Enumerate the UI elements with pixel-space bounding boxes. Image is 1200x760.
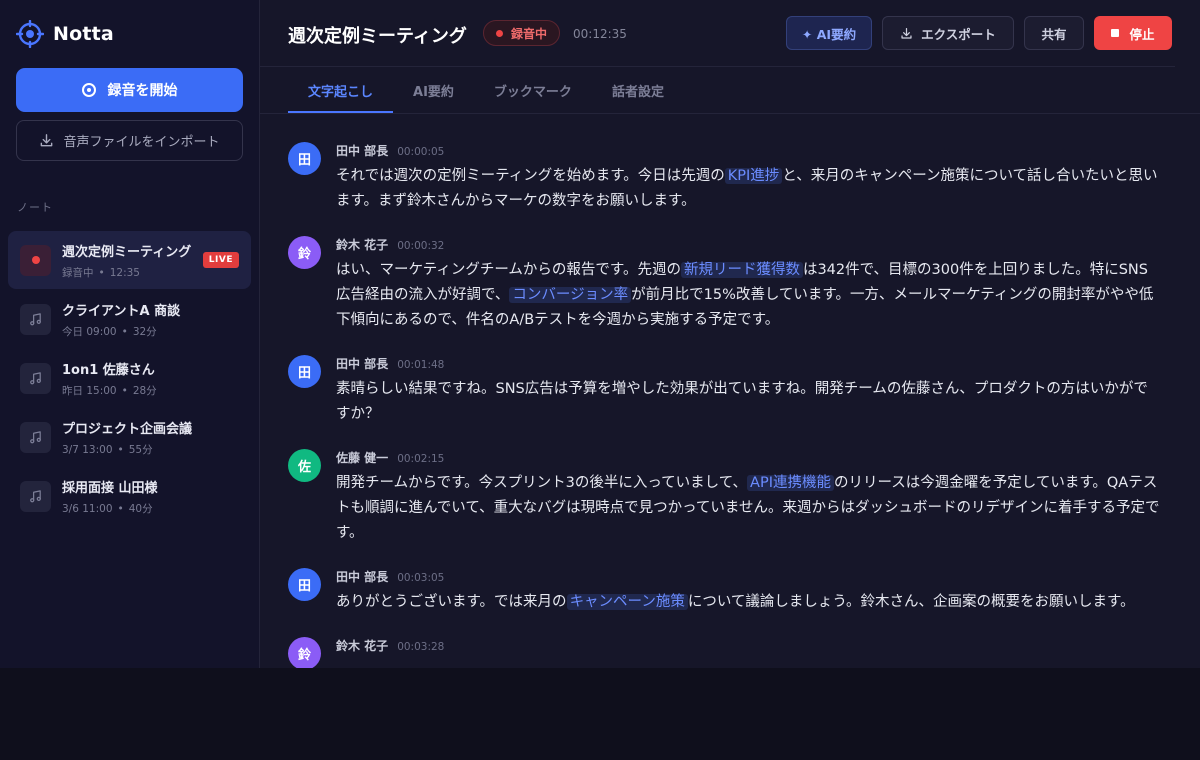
import-audio-button[interactable]: 音声ファイルをインポート — [16, 120, 243, 161]
transcript-entry: 田 田中 部長 00:00:05 それでは週次の定例ミーティングを始めます。今日は… — [288, 142, 1168, 214]
avatar: 佐 — [288, 449, 321, 482]
music-note-icon — [20, 480, 51, 512]
tab-bar: 文字起こし AI要約 ブックマーク 話者設定 — [288, 68, 684, 113]
note-title: クライアントA 商談 — [62, 303, 181, 319]
note-title: プロジェクト企画会議 — [62, 421, 193, 437]
timestamp[interactable]: 00:03:28 — [397, 641, 444, 653]
recording-dot-icon — [20, 244, 51, 276]
note-title: 1on1 佐藤さん — [62, 362, 155, 378]
tab-bookmarks[interactable]: ブックマーク — [474, 68, 592, 113]
note-item-client-a[interactable]: クライアントA 商談 今日 09:00 • 32分 — [8, 290, 251, 348]
note-duration: 28分 — [132, 384, 157, 397]
transcript-entry: 鈴 鈴木 花子 00:03:28 — [288, 637, 1168, 668]
recording-dot-icon — [496, 29, 503, 37]
note-duration: 32分 — [132, 325, 157, 338]
timestamp[interactable]: 00:01:48 — [397, 359, 444, 371]
empty-area — [0, 668, 1200, 760]
speaker-name: 田中 部長 — [336, 357, 389, 371]
transcript-text: はい、マーケティングチームからの報告です。先週の 新規リード獲得数 は342件で、目… — [336, 262, 1154, 328]
tab-ai-summary[interactable]: AI要約 — [393, 68, 474, 113]
note-date: 昨日 15:00 — [62, 384, 117, 397]
transcript-entry: 佐 佐藤 健一 00:02:15 開発チームからです。今スプリント3の後半に入って… — [288, 449, 1168, 546]
recording-timer: 00:12:35 — [573, 27, 627, 41]
record-icon — [81, 83, 96, 97]
transcript-text: 素晴らしい結果ですね。SNS広告は予算を増やした効果が出ていますね。開発チームの… — [336, 381, 1148, 422]
recording-status-badge: 録音中 — [483, 20, 561, 46]
brand-name: Notta — [53, 23, 114, 45]
recording-status-label: 録音中 — [511, 26, 548, 41]
ai-summary-button[interactable]: ✦ AI要約 — [786, 16, 872, 50]
notes-section-label: ノート — [17, 201, 53, 214]
speaker-name: 鈴木 花子 — [336, 238, 389, 252]
app-window: Notta 録音を開始 音声ファイルをインポート ノート 週次定例ミーティング … — [0, 0, 1200, 668]
timestamp[interactable]: 00:00:32 — [397, 240, 444, 252]
note-time: 12:35 — [109, 266, 140, 279]
avatar: 鈴 — [288, 637, 321, 668]
note-item-1on1-sato[interactable]: 1on1 佐藤さん 昨日 15:00 • 28分 — [8, 349, 251, 407]
stop-recording-button[interactable]: 停止 — [1094, 16, 1172, 50]
live-badge: LIVE — [202, 252, 239, 268]
keyword-highlight[interactable]: コンバージョン率 — [509, 287, 632, 303]
note-item-weekly-meeting[interactable]: 週次定例ミーティング 録音中 • 12:35 LIVE — [8, 231, 251, 289]
start-recording-label: 録音を開始 — [107, 83, 178, 99]
note-title: 週次定例ミーティング — [62, 244, 192, 260]
timestamp[interactable]: 00:03:05 — [397, 572, 444, 584]
transcript-list: 田 田中 部長 00:00:05 それでは週次の定例ミーティングを始めます。今日は… — [288, 142, 1168, 668]
share-button[interactable]: 共有 — [1024, 16, 1084, 50]
stop-icon — [1111, 29, 1120, 37]
note-date: 今日 09:00 — [62, 325, 117, 338]
import-audio-label: 音声ファイルをインポート — [63, 135, 220, 150]
transcript-entry: 田 田中 部長 00:03:05 ありがとうございます。では来月の キャンペーン施策… — [288, 568, 1168, 615]
transcript-text: 開発チームからです。今スプリント3の後半に入っていまして、 API連携機能 のリリー… — [336, 475, 1160, 541]
speaker-name: 田中 部長 — [336, 144, 389, 158]
transcript-text: ありがとうございます。では来月の キャンペーン施策 について議論しましょう。鈴木さん… — [336, 594, 1135, 610]
avatar: 田 — [288, 568, 321, 601]
timestamp[interactable]: 00:02:15 — [397, 453, 444, 465]
keyword-highlight[interactable]: KPI進捗 — [724, 168, 783, 184]
avatar: 鈴 — [288, 236, 321, 269]
download-icon — [901, 27, 912, 39]
export-label: エクスポート — [921, 26, 996, 42]
note-item-project-planning[interactable]: プロジェクト企画会議 3/7 13:00 • 55分 — [8, 408, 251, 466]
speaker-name: 田中 部長 — [336, 570, 389, 584]
page-title: 週次定例ミーティング — [288, 26, 467, 47]
note-date: 3/6 11:00 — [62, 502, 113, 515]
music-note-icon — [20, 303, 51, 335]
notes-list: 週次定例ミーティング 録音中 • 12:35 LIVE クライアントA 商談 今日 … — [8, 231, 251, 526]
timestamp[interactable]: 00:00:05 — [397, 146, 444, 158]
note-title: 採用面接 山田様 — [62, 480, 158, 496]
transcript-entry: 鈴 鈴木 花子 00:00:32 はい、マーケティングチームからの報告です。先週の… — [288, 236, 1168, 333]
tab-transcript[interactable]: 文字起こし — [288, 68, 394, 113]
music-note-icon — [20, 362, 51, 394]
transcript-text: それでは週次の定例ミーティングを始めます。今日は先週の KPI進捗 と、来月のキャン… — [336, 168, 1158, 209]
keyword-highlight[interactable]: API連携機能 — [747, 475, 834, 491]
note-date: 3/7 13:00 — [62, 443, 113, 456]
music-note-icon — [20, 421, 51, 453]
note-status: 録音中 — [62, 266, 94, 279]
keyword-highlight[interactable]: キャンペーン施策 — [566, 594, 688, 610]
transcript-entry: 田 田中 部長 00:01:48 素晴らしい結果ですね。SNS広告は予算を増やした… — [288, 355, 1168, 427]
notta-logo-icon — [16, 20, 44, 48]
stop-label: 停止 — [1129, 26, 1155, 42]
tab-speaker-settings[interactable]: 話者設定 — [592, 68, 684, 113]
avatar: 田 — [288, 355, 321, 388]
avatar: 田 — [288, 142, 321, 175]
note-header: 週次定例ミーティング 録音中 00:12:35 ✦ AI要約 エクスポート 共有… — [260, 0, 1175, 67]
download-icon — [41, 134, 53, 147]
tabs-divider — [260, 113, 1200, 114]
note-duration: 55分 — [128, 443, 153, 456]
sidebar: Notta 録音を開始 音声ファイルをインポート ノート 週次定例ミーティング … — [0, 0, 260, 668]
note-item-interview-yamada[interactable]: 採用面接 山田様 3/6 11:00 • 40分 — [8, 467, 251, 525]
logo[interactable]: Notta — [16, 20, 114, 48]
note-duration: 40分 — [128, 502, 153, 515]
speaker-name: 鈴木 花子 — [336, 639, 389, 653]
keyword-highlight[interactable]: 新規リード獲得数 — [680, 262, 803, 278]
speaker-name: 佐藤 健一 — [336, 451, 389, 465]
main-panel: 週次定例ミーティング 録音中 00:12:35 ✦ AI要約 エクスポート 共有… — [260, 0, 1200, 668]
export-button[interactable]: エクスポート — [882, 16, 1014, 50]
start-recording-button[interactable]: 録音を開始 — [16, 68, 243, 112]
